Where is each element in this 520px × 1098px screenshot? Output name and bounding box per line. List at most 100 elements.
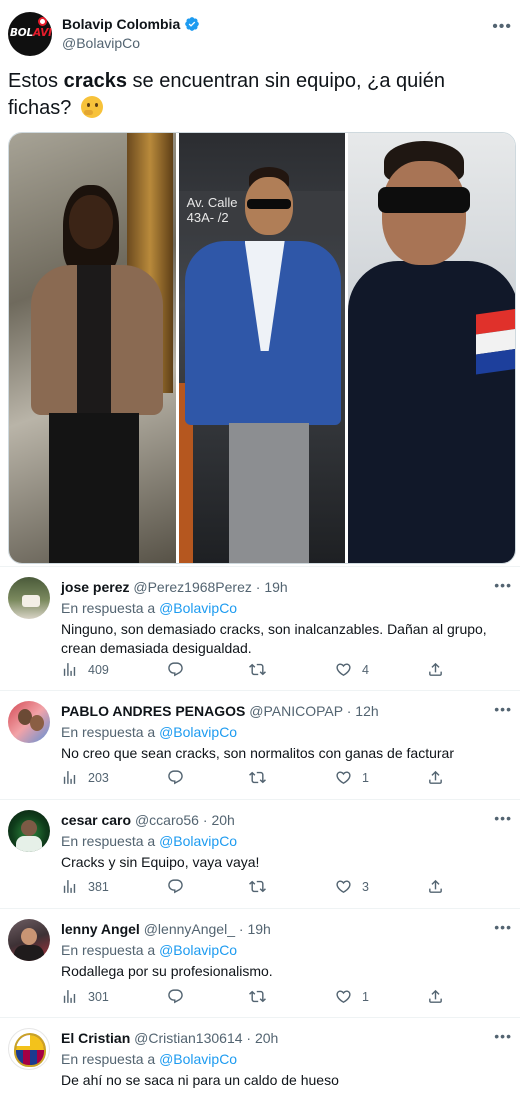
retweet-button[interactable] <box>249 769 266 786</box>
reply-item[interactable]: PABLO ANDRES PENAGOS @PANICOPAP · 12h ••… <box>0 690 520 799</box>
avatar[interactable] <box>8 919 50 961</box>
share-upload-icon <box>429 662 442 676</box>
photo-player-3[interactable] <box>348 133 515 563</box>
author-handle[interactable]: @BolavipCo <box>62 35 140 51</box>
mention-link[interactable]: @BolavipCo <box>159 600 237 616</box>
author-name[interactable]: Bolavip Colombia <box>62 16 180 32</box>
reply-author-row[interactable]: cesar caro @ccaro56 · 20h <box>61 812 235 828</box>
more-options-icon[interactable]: ••• <box>494 1028 512 1044</box>
reply-author-name[interactable]: El Cristian <box>61 1030 130 1046</box>
reply-author-handle[interactable]: @Perez1968Perez <box>133 579 252 595</box>
avatar[interactable] <box>8 810 50 852</box>
thinking-face-emoji-icon <box>80 96 103 118</box>
more-options-icon[interactable]: ••• <box>494 810 512 826</box>
in-reply-to: En respuesta a @BolavipCo <box>61 724 238 740</box>
share-button[interactable] <box>427 769 444 786</box>
like-button[interactable]: 1 <box>335 769 369 786</box>
reply-bubble-icon <box>168 770 183 785</box>
reply-time[interactable]: 19h <box>247 921 270 937</box>
photo-player-1[interactable] <box>9 133 176 563</box>
avatar[interactable] <box>8 1028 50 1070</box>
views-button[interactable]: 381 <box>61 878 109 895</box>
photo-player-2[interactable]: Av. Calle 43A- /2 <box>178 133 346 563</box>
reply-bubble-icon <box>168 879 183 894</box>
reply-author-name[interactable]: jose perez <box>61 579 129 595</box>
fc-barcelona-crest-icon <box>14 1033 46 1067</box>
reply-text: Ninguno, son demasiado cracks, son inalc… <box>61 621 487 656</box>
retweet-icon <box>249 990 266 1003</box>
views-bar-chart-icon <box>63 663 76 676</box>
likes-count: 4 <box>362 662 369 677</box>
retweet-button[interactable] <box>249 661 266 678</box>
views-count: 409 <box>88 662 109 677</box>
share-upload-icon <box>429 770 442 784</box>
views-button[interactable]: 203 <box>61 769 109 786</box>
views-button[interactable]: 409 <box>61 661 109 678</box>
views-bar-chart-icon <box>63 771 76 784</box>
retweet-button[interactable] <box>249 988 266 1005</box>
reply-author-name[interactable]: lenny Angel <box>61 921 140 937</box>
reply-item[interactable]: jose perez @Perez1968Perez · 19h ••• En … <box>0 566 520 678</box>
mention-link[interactable]: @BolavipCo <box>159 942 237 958</box>
reply-button[interactable] <box>167 988 184 1005</box>
like-button[interactable]: 1 <box>335 988 369 1005</box>
player-2-sunglasses <box>246 199 291 209</box>
player-3-sunglasses <box>378 187 471 213</box>
bolavip-avatar[interactable]: BOLAVIP <box>8 12 52 56</box>
share-button[interactable] <box>427 878 444 895</box>
reply-item[interactable]: El Cristian @Cristian130614 · 20h ••• En… <box>0 1017 520 1098</box>
heart-icon <box>336 880 351 893</box>
player-1-legs <box>49 413 139 563</box>
reply-button[interactable] <box>167 878 184 895</box>
reply-item[interactable]: cesar caro @ccaro56 · 20h ••• En respues… <box>0 799 520 908</box>
reply-text: Rodallega por su profesionalismo. <box>61 963 273 979</box>
tweet-photo-grid[interactable]: Av. Calle 43A- /2 <box>8 132 516 564</box>
reply-time[interactable]: 20h <box>211 812 234 828</box>
reply-time[interactable]: 19h <box>264 579 287 595</box>
reply-author-handle[interactable]: @lennyAngel_ <box>144 921 235 937</box>
views-button[interactable]: 301 <box>61 988 109 1005</box>
reply-bubble-icon <box>168 662 183 677</box>
in-reply-to: En respuesta a @BolavipCo <box>61 833 238 849</box>
player-3-jacket <box>348 261 515 563</box>
reply-time[interactable]: 20h <box>255 1030 278 1046</box>
like-button[interactable]: 3 <box>335 878 369 895</box>
tweet-text: Estos cracks se encuentran sin equipo, ¿… <box>8 70 445 119</box>
like-button[interactable]: 4 <box>335 661 369 678</box>
mention-link[interactable]: @BolavipCo <box>159 1051 237 1067</box>
share-button[interactable] <box>427 661 444 678</box>
avatar[interactable] <box>8 577 50 619</box>
bold-word: cracks <box>63 70 127 92</box>
retweet-button[interactable] <box>249 878 266 895</box>
more-options-icon[interactable]: ••• <box>494 577 512 593</box>
reply-button[interactable] <box>167 661 184 678</box>
reply-author-handle[interactable]: @Cristian130614 <box>134 1030 242 1046</box>
author-name-row[interactable]: Bolavip Colombia <box>62 16 200 32</box>
action-bar: 301 1 <box>61 988 444 1008</box>
reply-author-name[interactable]: PABLO ANDRES PENAGOS <box>61 703 245 719</box>
heart-icon <box>336 771 351 784</box>
reply-author-row[interactable]: PABLO ANDRES PENAGOS @PANICOPAP · 12h <box>61 703 379 719</box>
heart-icon <box>336 663 351 676</box>
reply-author-handle[interactable]: @PANICOPAP <box>249 703 343 719</box>
in-reply-to: En respuesta a @BolavipCo <box>61 1051 238 1067</box>
views-count: 203 <box>88 770 109 785</box>
reply-text: No creo que sean cracks, son normalitos … <box>61 745 454 761</box>
reply-author-row[interactable]: jose perez @Perez1968Perez · 19h <box>61 579 288 595</box>
more-options-icon[interactable]: ••• <box>494 701 512 717</box>
likes-count: 3 <box>362 879 369 894</box>
reply-time[interactable]: 12h <box>355 703 378 719</box>
more-options-icon[interactable]: ••• <box>492 18 512 36</box>
more-options-icon[interactable]: ••• <box>494 919 512 935</box>
share-button[interactable] <box>427 988 444 1005</box>
avatar[interactable] <box>8 701 50 743</box>
reply-item[interactable]: lenny Angel @lennyAngel_ · 19h ••• En re… <box>0 908 520 1017</box>
mention-link[interactable]: @BolavipCo <box>159 724 237 740</box>
reply-author-handle[interactable]: @ccaro56 <box>135 812 199 828</box>
reply-author-row[interactable]: lenny Angel @lennyAngel_ · 19h <box>61 921 271 937</box>
reply-author-name[interactable]: cesar caro <box>61 812 131 828</box>
reply-author-row[interactable]: El Cristian @Cristian130614 · 20h <box>61 1030 278 1046</box>
verified-badge-icon <box>185 17 200 31</box>
reply-button[interactable] <box>167 769 184 786</box>
mention-link[interactable]: @BolavipCo <box>159 833 237 849</box>
